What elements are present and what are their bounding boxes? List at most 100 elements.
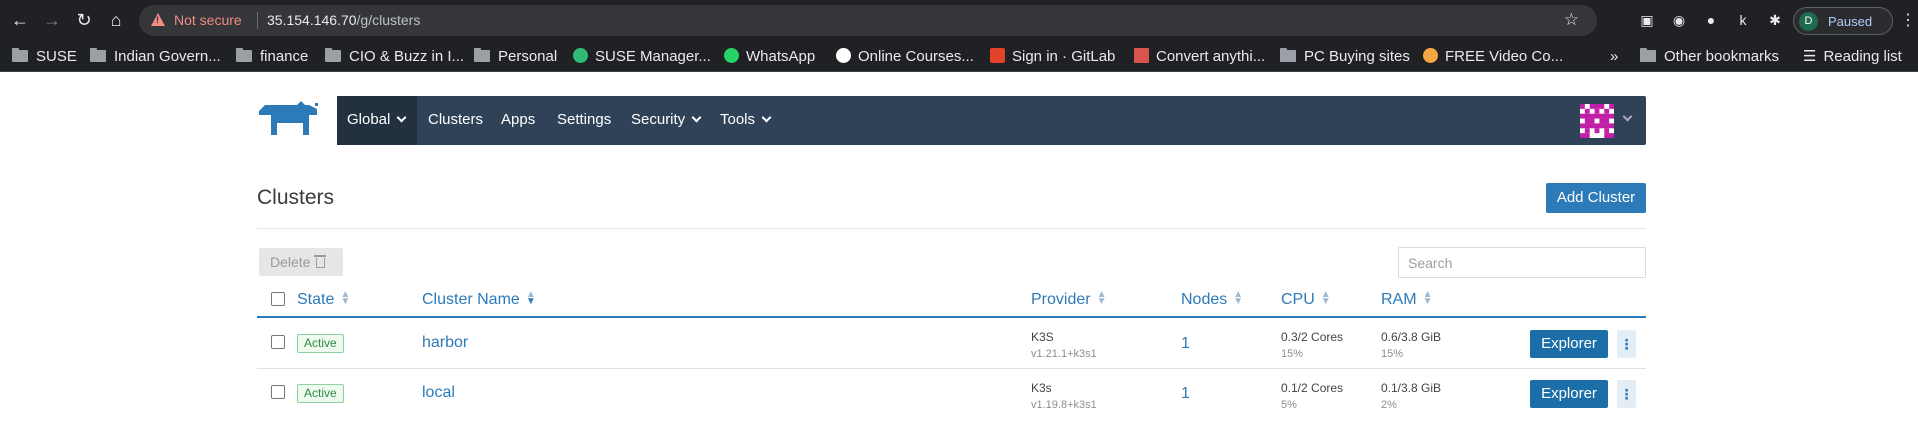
nav-settings[interactable]: Settings (557, 111, 611, 128)
reading-list-label: Reading list (1823, 48, 1902, 65)
url-host: 35.154.146.70 (267, 12, 357, 28)
bookmark-finance[interactable]: finance (236, 47, 308, 67)
profile-button[interactable]: D Paused (1793, 7, 1893, 35)
bookmarks-bar: SUSE Indian Govern... finance CIO & Buzz… (0, 41, 1918, 72)
nav-apps[interactable]: Apps (501, 111, 535, 128)
provider-version: v1.19.8+k3s1 (1031, 399, 1097, 411)
url-path: /g/clusters (356, 12, 421, 28)
extension-icon-k[interactable]: k (1733, 10, 1753, 30)
forward-arrow-icon[interactable]: → (42, 10, 62, 30)
bookmark-personal[interactable]: Personal (474, 47, 557, 67)
nav-security[interactable]: Security (631, 111, 702, 128)
browser-toolbar: ← → ↻ ⌂ Not secure 35.154.146.70/g/clust… (0, 0, 1918, 41)
user-avatar[interactable] (1580, 104, 1614, 138)
bookmark-label: SUSE (36, 48, 77, 65)
more-actions-icon[interactable]: ⋮ (1617, 380, 1636, 408)
cpu-usage: 0.3/2 Cores (1281, 330, 1344, 344)
courses-icon (836, 48, 851, 63)
bookmark-label: WhatsApp (746, 48, 816, 65)
bookmark-free-video[interactable]: FREE Video Co... (1423, 47, 1563, 67)
add-cluster-button[interactable]: Add Cluster (1546, 183, 1646, 213)
ram-usage: 0.1/3.8 GiB (1381, 381, 1442, 395)
extension-icon-2[interactable]: ◉ (1669, 10, 1689, 30)
home-icon[interactable]: ⌂ (106, 10, 126, 30)
bookmark-suse-manager[interactable]: SUSE Manager... (573, 47, 711, 67)
bookmark-label: Online Courses... (858, 48, 974, 65)
global-menu-label: Global (347, 111, 407, 128)
nav-clusters[interactable]: Clusters (428, 111, 483, 128)
bookmark-online-courses[interactable]: Online Courses... (836, 47, 974, 67)
folder-icon (236, 48, 252, 62)
row-checkbox[interactable] (271, 385, 285, 399)
column-ram[interactable]: RAM ▲ ▼ (1381, 289, 1433, 309)
bookmark-gitlab[interactable]: Sign in · GitLab (990, 47, 1115, 67)
bookmark-label: PC Buying sites (1304, 48, 1410, 65)
trash-icon (314, 255, 327, 268)
bookmark-indian-govern[interactable]: Indian Govern... (90, 47, 221, 67)
sort-icon: ▲ ▼ (1096, 289, 1107, 307)
folder-icon (474, 48, 490, 62)
explorer-button[interactable]: Explorer (1530, 330, 1608, 358)
select-all-checkbox[interactable] (271, 292, 285, 306)
global-menu[interactable]: Global (337, 96, 417, 145)
column-cluster-name[interactable]: Cluster Name ▲ ▼ (422, 290, 536, 309)
bookmark-other[interactable]: Other bookmarks (1640, 47, 1779, 67)
extension-icon-3[interactable]: ● (1701, 10, 1721, 30)
not-secure-label[interactable]: Not secure (174, 12, 242, 28)
bookmark-star-icon[interactable]: ☆ (1564, 10, 1579, 30)
bookmarks-overflow[interactable]: » (1610, 47, 1618, 67)
column-state[interactable]: State ▲ ▼ (297, 290, 350, 309)
bookmark-convert[interactable]: Convert anythi... (1134, 47, 1265, 67)
ram-percent: 15% (1381, 348, 1404, 360)
column-label: Provider (1031, 291, 1091, 308)
browser-menu-icon[interactable]: ⋮ (1900, 10, 1916, 30)
profile-avatar: D (1799, 12, 1818, 31)
back-arrow-icon[interactable]: ← (10, 10, 30, 30)
bookmark-label: Sign in · GitLab (1012, 48, 1116, 65)
puzzle-extensions-icon[interactable]: ✱ (1765, 10, 1785, 30)
gitlab-icon (990, 48, 1005, 63)
cluster-name-link[interactable]: local (422, 384, 455, 402)
status-badge: Active (297, 334, 344, 353)
nav-tools[interactable]: Tools (720, 111, 772, 128)
bookmark-whatsapp[interactable]: WhatsApp (724, 47, 815, 67)
nodes-link[interactable]: 1 (1181, 335, 1190, 353)
cpu-percent: 15% (1281, 348, 1304, 360)
reading-list[interactable]: ☰ Reading list (1803, 47, 1902, 67)
row-checkbox[interactable] (271, 335, 285, 349)
folder-icon (1280, 48, 1296, 62)
delete-button[interactable]: Delete (259, 248, 343, 276)
cluster-name-link[interactable]: harbor (422, 334, 468, 352)
url-text[interactable]: 35.154.146.70/g/clusters (257, 12, 420, 28)
bookmark-pc-buying[interactable]: PC Buying sites (1280, 47, 1410, 67)
search-input[interactable] (1398, 247, 1646, 278)
bookmark-label: SUSE Manager... (595, 48, 711, 65)
rancher-logo-icon[interactable] (257, 101, 323, 139)
chevron-down-icon (691, 112, 702, 123)
column-nodes[interactable]: Nodes ▲ ▼ (1181, 290, 1243, 309)
sort-icon: ▲ ▼ (1422, 289, 1433, 307)
bookmark-cio-buzz[interactable]: CIO & Buzz in I... (325, 47, 464, 67)
column-provider[interactable]: Provider ▲ ▼ (1031, 289, 1107, 309)
column-label: Cluster Name (422, 291, 520, 308)
column-label: Nodes (1181, 291, 1228, 308)
address-bar[interactable]: Not secure 35.154.146.70/g/clusters ☆ (139, 5, 1597, 36)
more-actions-icon[interactable]: ⋮ (1617, 330, 1636, 358)
bookmark-suse[interactable]: SUSE (12, 47, 77, 67)
header-divider (257, 228, 1646, 229)
extension-icon-1[interactable]: ▣ (1637, 10, 1657, 30)
explorer-button[interactable]: Explorer (1530, 380, 1608, 408)
provider-version: v1.21.1+k3s1 (1031, 348, 1097, 360)
sort-icon: ▲ ▼ (1320, 289, 1331, 307)
row-divider (257, 368, 1646, 369)
reload-icon[interactable]: ↻ (74, 10, 94, 30)
tools-label: Tools (720, 111, 756, 128)
column-cpu[interactable]: CPU ▲ ▼ (1281, 289, 1331, 309)
provider-name: K3s (1031, 381, 1052, 395)
chevron-down-icon[interactable] (1622, 111, 1633, 122)
warning-icon (151, 13, 165, 26)
nodes-link[interactable]: 1 (1181, 385, 1190, 403)
video-icon (1423, 48, 1438, 63)
bookmark-label: Other bookmarks (1664, 48, 1780, 65)
cpu-percent: 5% (1281, 399, 1297, 411)
